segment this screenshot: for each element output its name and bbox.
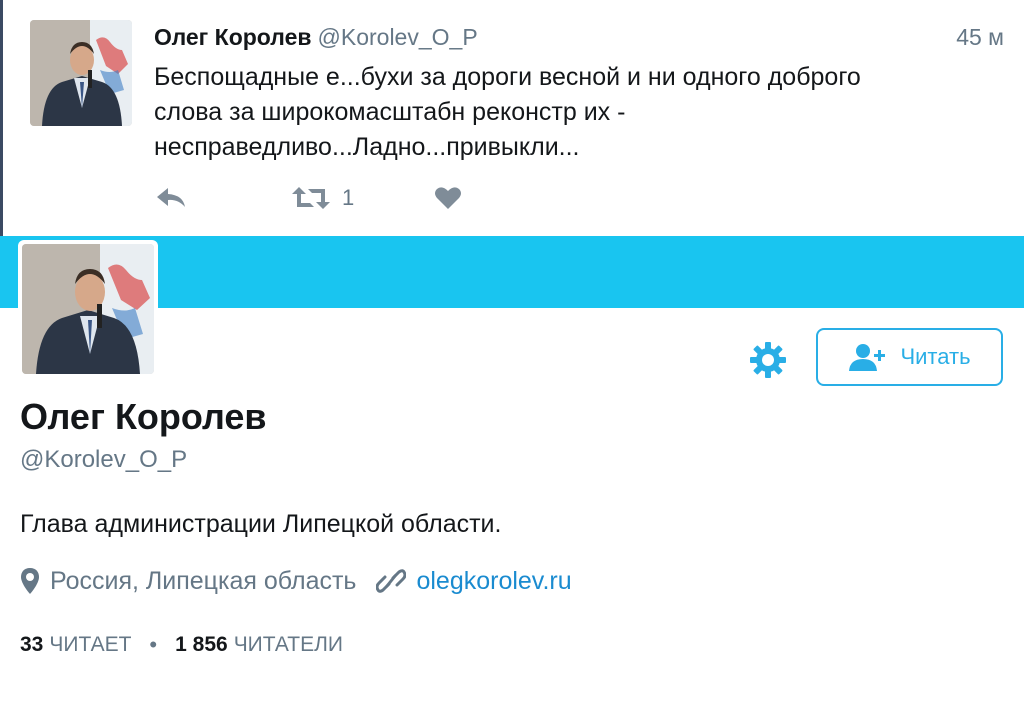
location-pin-icon [21,568,39,594]
tweet-timestamp[interactable]: 45 м [956,24,1004,51]
profile-url-link[interactable]: olegkorolev.ru [416,567,571,596]
profile-name[interactable]: Олег Королев [20,396,267,438]
reply-button[interactable] [154,180,188,216]
reply-icon [157,188,185,207]
profile-handle[interactable]: @Korolev_O_P [20,446,187,474]
tweet-text: Беспощадные е...бухи за дороги весной и … [154,63,861,161]
profile-meta: Россия, Липецкая область olegkorolev.ru [20,565,572,597]
tweet-header: Олег Королев @Korolev_O_P 45 м [154,24,1004,56]
follow-button[interactable]: Читать [816,328,1003,386]
like-button[interactable] [434,180,462,216]
profile-avatar[interactable] [18,240,158,378]
follow-button-label: Читать [900,344,971,369]
separator-dot: • [149,632,158,657]
retweet-count: 1 [342,185,355,210]
settings-gear-button[interactable] [748,340,788,380]
followers-label: ЧИТАТЕЛИ [233,633,343,656]
retweet-icon [292,187,330,209]
followers-stat[interactable]: 1 856 ЧИТАТЕЛИ [175,633,343,657]
avatar-photo [22,244,154,374]
avatar-photo [30,20,132,126]
profile-bio: Глава администрации Липецкой области. [20,510,502,538]
link-icon [376,569,407,593]
following-count: 33 [20,633,44,656]
tweet-avatar[interactable] [30,20,132,126]
tweet-author-handle[interactable]: @Korolev_O_P [318,24,478,50]
profile-location: Россия, Липецкая область [50,566,357,595]
add-user-icon [849,344,886,371]
following-label: ЧИТАЕТ [49,633,132,656]
tweet-author-name[interactable]: Олег Королев [154,24,312,50]
retweet-button[interactable]: 1 [290,180,354,216]
following-stat[interactable]: 33 ЧИТАЕТ [20,633,131,657]
tweet-card: Олег Королев @Korolev_O_P 45 м Беспощадны… [0,0,1024,236]
profile-stats: 33 ЧИТАЕТ • 1 856 ЧИТАТЕЛИ [20,631,343,659]
followers-count: 1 856 [175,633,228,656]
heart-icon [435,187,461,209]
gear-icon [750,342,786,378]
tweet-actions: 1 [154,180,554,216]
